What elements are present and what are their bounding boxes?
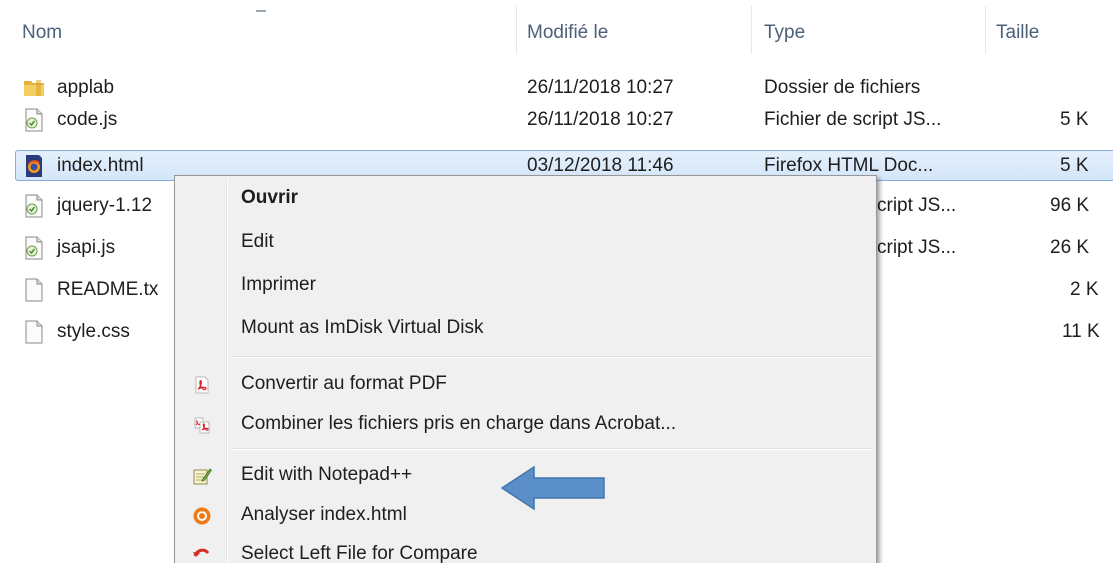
file-size: 5 K xyxy=(1060,109,1089,130)
menu-separator xyxy=(233,356,873,358)
js-file-icon xyxy=(25,108,43,132)
file-name: index.html xyxy=(57,155,144,176)
file-size: 2 K xyxy=(1070,279,1099,300)
column-header-modified[interactable]: Modifié le xyxy=(527,0,608,64)
firefox-html-icon xyxy=(26,155,42,177)
menu-item-open[interactable]: Ouvrir xyxy=(175,180,876,218)
file-date: 26/11/2018 10:27 xyxy=(527,109,674,130)
menu-item-label: Mount as ImDisk Virtual Disk xyxy=(241,317,484,338)
file-size: 96 K xyxy=(1050,195,1090,216)
menu-item-label: Combiner les fichiers pris en charge dan… xyxy=(241,413,677,434)
file-type: cript JS... xyxy=(877,237,957,258)
file-type: cript JS... xyxy=(877,195,957,216)
file-size: 11 K xyxy=(1062,321,1100,342)
column-header-bar: Nom Modifié le Type Taille xyxy=(0,0,1113,64)
file-name: code.js xyxy=(57,109,118,130)
acrobat-combine-icon xyxy=(194,417,210,434)
folder-icon xyxy=(24,80,44,96)
file-name: jquery-1.12 xyxy=(57,195,153,216)
column-header-type[interactable]: Type xyxy=(764,0,805,64)
column-divider[interactable] xyxy=(985,6,986,54)
text-file-icon xyxy=(25,320,43,344)
file-row-applab[interactable]: applab 26/11/2018 10:27 Dossier de fichi… xyxy=(0,72,1113,104)
file-type: Fichier de script JS... xyxy=(764,109,942,130)
menu-item-mount-imdisk[interactable]: Mount as ImDisk Virtual Disk xyxy=(175,310,876,348)
menu-separator xyxy=(233,448,873,450)
file-size: 5 K xyxy=(1060,155,1089,176)
avast-scan-icon xyxy=(193,507,211,525)
menu-item-combine-acrobat[interactable]: Combiner les fichiers pris en charge dan… xyxy=(175,406,876,444)
file-name: jsapi.js xyxy=(57,237,116,258)
menu-item-label: Edit xyxy=(241,231,274,252)
file-name: applab xyxy=(57,77,115,98)
menu-item-edit[interactable]: Edit xyxy=(175,224,876,262)
column-header-size[interactable]: Taille xyxy=(996,0,1039,64)
file-type: Firefox HTML Doc... xyxy=(764,155,934,176)
menu-item-label: Select Left File for Compare xyxy=(241,543,478,563)
column-divider[interactable] xyxy=(751,6,752,54)
menu-item-print[interactable]: Imprimer xyxy=(175,267,876,305)
file-date: 03/12/2018 11:46 xyxy=(527,155,674,176)
menu-item-label: Ouvrir xyxy=(241,187,299,208)
file-type: Dossier de fichiers xyxy=(764,77,921,98)
file-name: style.css xyxy=(57,321,130,342)
menu-item-label: Edit with Notepad++ xyxy=(241,464,413,485)
column-header-name[interactable]: Nom xyxy=(22,0,62,64)
text-file-icon xyxy=(25,278,43,302)
notepad-plus-plus-icon xyxy=(193,468,212,485)
compare-icon xyxy=(193,548,210,557)
pdf-icon xyxy=(195,376,209,394)
header-drag-mark xyxy=(256,10,266,12)
js-file-icon xyxy=(25,236,43,260)
file-name: README.tx xyxy=(57,279,159,300)
column-divider[interactable] xyxy=(516,6,517,54)
menu-item-label: Imprimer xyxy=(241,274,316,295)
file-date: 26/11/2018 10:27 xyxy=(527,77,674,98)
js-file-icon xyxy=(25,194,43,218)
menu-item-convert-pdf[interactable]: Convertir au format PDF xyxy=(175,366,876,404)
menu-item-label: Convertir au format PDF xyxy=(241,373,447,394)
menu-item-select-left-compare[interactable]: Select Left File for Compare xyxy=(175,536,876,563)
file-size: 26 K xyxy=(1050,237,1090,258)
file-row-code-js[interactable]: code.js 26/11/2018 10:27 Fichier de scri… xyxy=(0,104,1113,136)
left-arrow-icon xyxy=(500,465,605,511)
menu-item-label: Analyser index.html xyxy=(241,504,407,525)
